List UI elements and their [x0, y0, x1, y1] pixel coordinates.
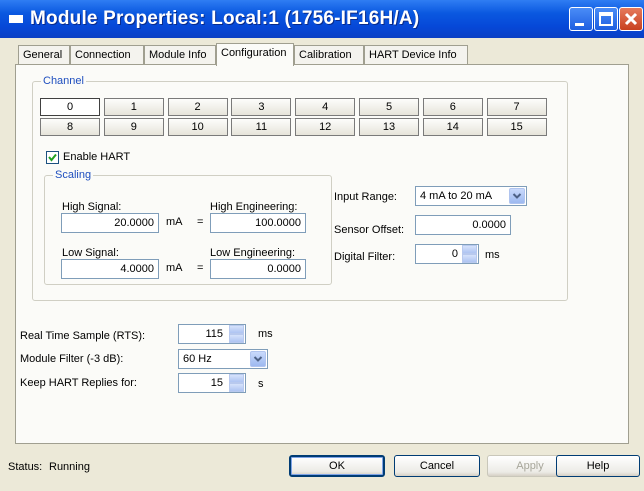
input-range-select[interactable]: 4 mA to 20 mA — [415, 186, 527, 206]
title-bar[interactable]: Module Properties: Local:1 (1756-IF16H/A… — [0, 0, 644, 38]
input-range-value: 4 mA to 20 mA — [420, 190, 493, 202]
cancel-button[interactable]: Cancel — [394, 455, 480, 477]
sensor-offset-label: Sensor Offset: — [334, 224, 405, 236]
high-equals-sign: = — [197, 216, 204, 228]
hart-replies-spinner[interactable] — [229, 374, 244, 392]
window-title: Module Properties: Local:1 (1756-IF16H/A… — [30, 8, 420, 29]
help-button[interactable]: Help — [556, 455, 640, 477]
spin-down-icon[interactable] — [229, 334, 244, 343]
high-engineering-field[interactable]: 100.0000 — [210, 213, 306, 233]
module-filter-select[interactable]: 60 Hz — [178, 349, 268, 369]
tab-hart-device-info[interactable]: HART Device Info — [364, 45, 468, 65]
digital-filter-field[interactable]: 0 — [415, 244, 479, 264]
channel-button-7[interactable]: 7 — [486, 98, 547, 116]
channel-button-3[interactable]: 3 — [231, 98, 292, 116]
digital-filter-spinner[interactable] — [462, 245, 477, 263]
checkmark-icon — [48, 153, 57, 162]
digital-filter-value: 0 — [451, 248, 458, 260]
hart-replies-label: Keep HART Replies for: — [20, 377, 137, 389]
low-signal-field[interactable]: 4.0000 — [61, 259, 159, 279]
channel-button-13[interactable]: 13 — [359, 118, 419, 136]
chevron-down-icon[interactable] — [250, 351, 266, 367]
hart-replies-unit: s — [258, 378, 264, 390]
rts-unit: ms — [258, 328, 273, 340]
status-label: Status: — [8, 461, 43, 473]
low-signal-label: Low Signal: — [62, 247, 119, 259]
spin-down-icon[interactable] — [462, 254, 477, 263]
module-filter-label: Module Filter (-3 dB): — [20, 353, 124, 365]
enable-hart-checkbox[interactable] — [46, 151, 59, 164]
maximize-button[interactable] — [594, 7, 618, 31]
tab-calibration[interactable]: Calibration — [294, 45, 364, 65]
channel-button-14[interactable]: 14 — [422, 118, 483, 136]
ok-button[interactable]: OK — [289, 455, 385, 477]
rts-field[interactable]: 115 — [178, 324, 246, 344]
hart-replies-field[interactable]: 15 — [178, 373, 246, 393]
channel-button-8[interactable]: 8 — [40, 118, 100, 136]
spin-up-icon[interactable] — [462, 245, 477, 254]
digital-filter-unit: ms — [485, 249, 500, 261]
high-signal-label: High Signal: — [62, 201, 122, 213]
minimize-button[interactable] — [569, 7, 593, 31]
module-filter-value: 60 Hz — [183, 353, 212, 365]
spin-up-icon[interactable] — [229, 325, 244, 334]
channel-button-1[interactable]: 1 — [103, 98, 164, 116]
input-range-label: Input Range: — [334, 191, 397, 203]
minimize-icon — [575, 23, 584, 26]
channel-button-12[interactable]: 12 — [295, 118, 356, 136]
chevron-down-icon[interactable] — [509, 188, 525, 204]
channel-button-11[interactable]: 11 — [231, 118, 292, 136]
channel-button-6[interactable]: 6 — [422, 98, 483, 116]
status-value: Running — [49, 461, 90, 473]
channel-button-2[interactable]: 2 — [167, 98, 228, 116]
tab-module-info[interactable]: Module Info — [144, 45, 216, 65]
tab-general[interactable]: General — [18, 45, 70, 65]
window-icon — [9, 15, 23, 23]
spin-down-icon[interactable] — [229, 383, 244, 392]
rts-spinner[interactable] — [229, 325, 244, 343]
rts-label: Real Time Sample (RTS): — [20, 330, 146, 342]
channel-button-10[interactable]: 10 — [167, 118, 228, 136]
hart-replies-value: 15 — [210, 377, 223, 389]
close-icon — [624, 12, 638, 26]
sensor-offset-field[interactable]: 0.0000 — [415, 215, 511, 235]
channel-button-5[interactable]: 5 — [359, 98, 419, 116]
channel-button-0[interactable]: 0 — [40, 98, 100, 116]
high-engineering-label: High Engineering: — [210, 201, 298, 213]
close-button[interactable] — [619, 7, 643, 31]
high-signal-unit: mA — [166, 216, 183, 228]
channel-group-label: Channel — [41, 75, 86, 87]
tab-configuration[interactable]: Configuration — [216, 43, 294, 66]
low-equals-sign: = — [197, 262, 204, 274]
channel-button-15[interactable]: 15 — [486, 118, 547, 136]
spin-up-icon[interactable] — [229, 374, 244, 383]
channel-button-4[interactable]: 4 — [295, 98, 356, 116]
channel-button-9[interactable]: 9 — [103, 118, 164, 136]
maximize-icon — [599, 12, 613, 26]
enable-hart-label: Enable HART — [63, 151, 131, 163]
low-engineering-label: Low Engineering: — [210, 247, 296, 259]
digital-filter-label: Digital Filter: — [334, 251, 396, 263]
rts-value: 115 — [205, 328, 223, 340]
low-engineering-field[interactable]: 0.0000 — [210, 259, 306, 279]
module-properties-window: Module Properties: Local:1 (1756-IF16H/A… — [0, 0, 644, 491]
tab-connection[interactable]: Connection — [70, 45, 144, 65]
scaling-group-label: Scaling — [53, 169, 94, 181]
configuration-panel: Channel Enable HART Scaling High Signal:… — [15, 64, 629, 444]
low-signal-unit: mA — [166, 262, 183, 274]
high-signal-field[interactable]: 20.0000 — [61, 213, 159, 233]
bottom-bar: Status: Running OK Cancel Apply Help — [0, 455, 644, 491]
